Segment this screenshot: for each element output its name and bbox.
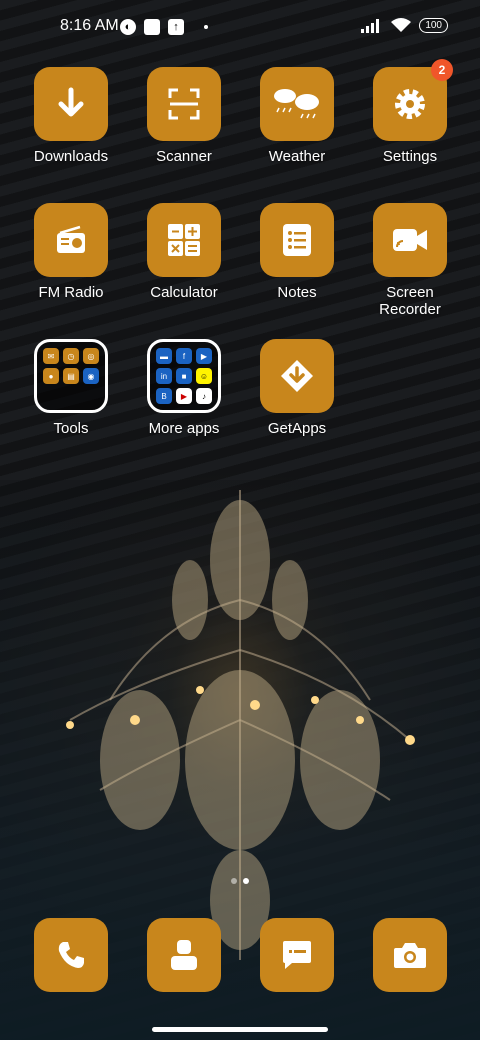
folder-tools[interactable]: ✉ ◷ ◎ ● ▤ ◉ Tools [16, 339, 126, 437]
app-label: Screen Recorder [379, 284, 441, 318]
notification-icons: ◐ ↑ [120, 19, 208, 35]
messages-icon [260, 918, 334, 992]
contacts-icon [147, 918, 221, 992]
home-gesture-bar[interactable] [152, 1027, 328, 1032]
empty-slot [43, 388, 59, 404]
tiktok-icon: ♪ [196, 388, 212, 404]
booking-icon: B [156, 388, 172, 404]
security-icon: ◉ [83, 368, 99, 384]
more-notifications-icon [204, 25, 208, 29]
snapchat-icon: ☺ [196, 368, 212, 384]
app-downloads[interactable]: Downloads [16, 67, 126, 165]
scanner-icon [147, 67, 221, 141]
app-weather[interactable]: Weather [242, 67, 352, 165]
page-dot-current[interactable] [243, 878, 249, 884]
folder-icon: ✉ ◷ ◎ ● ▤ ◉ [34, 339, 108, 413]
prime-video-icon: ▶ [196, 348, 212, 364]
app-label: Calculator [150, 284, 218, 301]
app-label: Notes [277, 284, 317, 301]
app-label: Tools [53, 420, 89, 437]
calculator-icon [147, 203, 221, 277]
files-icon: ▤ [63, 368, 79, 384]
mail-icon: ✉ [43, 348, 59, 364]
app-label: Settings [382, 148, 438, 165]
app-label: GetApps [267, 420, 327, 437]
facebook-icon: f [176, 348, 192, 364]
app-fm-radio[interactable]: FM Radio [16, 203, 126, 301]
app-label: More apps [148, 420, 220, 437]
shopping-icon: ▬ [156, 348, 172, 364]
notification-square-icon [144, 19, 160, 35]
status-bar: 8:16 AM ◐ ↑ 100 [0, 0, 480, 56]
status-time: 8:16 AM [60, 17, 119, 34]
folder-more-apps[interactable]: ▬ f ▶ in ■ ☺ B ▶ ♪ More apps [129, 339, 239, 437]
getapps-icon [260, 339, 334, 413]
clock-icon: ◷ [63, 348, 79, 364]
notification-badge: 2 [431, 59, 453, 81]
page-indicator [0, 878, 480, 884]
dock-phone[interactable] [34, 918, 108, 992]
empty-slot [83, 388, 99, 404]
app-label: FM Radio [38, 284, 104, 301]
radio-icon [34, 203, 108, 277]
app-getapps[interactable]: GetApps [242, 339, 352, 437]
app-screen-recorder[interactable]: Screen Recorder [355, 203, 465, 318]
download-icon [34, 67, 108, 141]
notification-app-icon: ◐ [120, 19, 136, 35]
phone-icon [34, 918, 108, 992]
app-settings[interactable]: 2 Settings [355, 59, 465, 165]
job-app-icon: ■ [176, 368, 192, 384]
weather-icon [260, 67, 334, 141]
compass-icon: ◎ [83, 348, 99, 364]
wifi-icon [391, 18, 412, 32]
battery-indicator: 100 [419, 18, 448, 33]
app-label: Scanner [156, 148, 212, 165]
notes-icon [260, 203, 334, 277]
app-calculator[interactable]: Calculator [129, 203, 239, 301]
dock-contacts[interactable] [147, 918, 221, 992]
system-icons: 100 [361, 18, 448, 33]
app-label: Weather [268, 148, 326, 165]
app-notes[interactable]: Notes [242, 203, 352, 301]
app-label: Downloads [33, 148, 109, 165]
app-scanner[interactable]: Scanner [129, 67, 239, 165]
linkedin-icon: in [156, 368, 172, 384]
upload-notification-icon: ↑ [168, 19, 184, 35]
folder-icon: ▬ f ▶ in ■ ☺ B ▶ ♪ [147, 339, 221, 413]
dock-messages[interactable] [260, 918, 334, 992]
feedback-icon: ● [43, 368, 59, 384]
page-dot[interactable] [231, 878, 237, 884]
dock-camera[interactable] [373, 918, 447, 992]
empty-slot [63, 388, 79, 404]
youtube-icon: ▶ [176, 388, 192, 404]
gear-icon: 2 [373, 59, 453, 141]
signal-icon [361, 18, 380, 33]
screen-recorder-icon [373, 203, 447, 277]
camera-icon [373, 918, 447, 992]
